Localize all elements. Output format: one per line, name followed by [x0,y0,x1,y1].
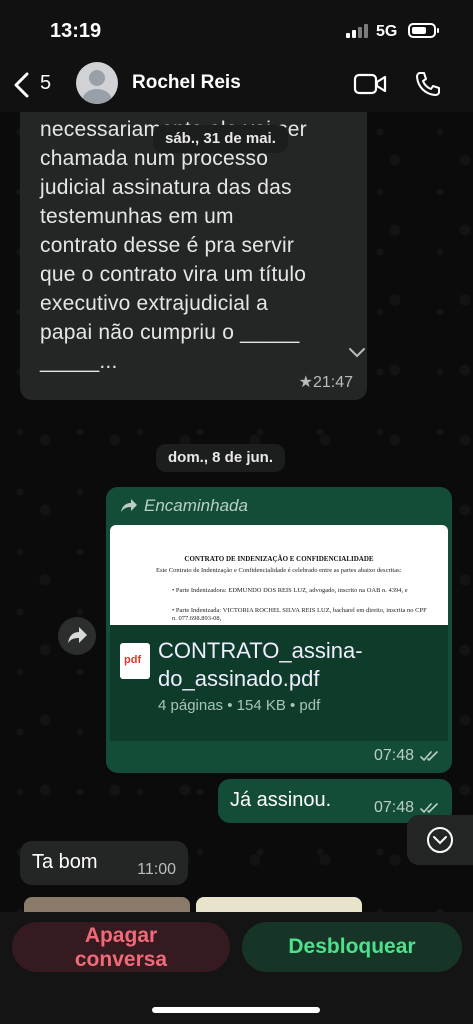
message-text: necessariamente ele vai ser chamada num … [40,118,307,373]
chat-header: 5 Rochel Reis [0,60,473,112]
message-time: 11:00 [137,861,176,878]
file-meta: 4 páginas • 154 KB • pdf [158,697,321,714]
message-time: 07:48 [374,747,440,765]
forwarded-label: Encaminhada [120,496,248,516]
unread-count[interactable]: 5 [40,72,51,95]
document-title: CONTRATO DE INDENIZAÇÃO E CONFIDENCIALID… [184,555,374,563]
message-time: ★21:47 [298,374,353,391]
scroll-to-bottom-button[interactable] [407,815,473,865]
delete-conversation-button[interactable]: Apagar conversa [12,922,230,972]
unblock-button[interactable]: Desbloquear [242,922,462,972]
document-line: • Parte Indenizadora: EDMUNDO DOS REIS L… [172,587,408,594]
file-name: CONTRATO_assina- do_assinado.pdf [158,638,363,691]
status-bar: 13:19 5G [0,0,473,60]
phone-call-icon[interactable] [414,70,442,103]
forward-button[interactable] [58,617,96,655]
message-bubble-incoming[interactable]: Ta bom 11:00 [20,841,188,885]
document-line: • Parte Indenizada: VICTORIA ROCHEL SILV… [172,607,427,622]
message-text: Ta bom [32,851,98,873]
back-chevron-icon[interactable] [12,72,32,103]
home-indicator [152,1007,320,1013]
read-receipt-icon [420,751,438,762]
video-call-icon[interactable] [353,72,387,101]
document-info[interactable]: pdf CONTRATO_assina- do_assinado.pdf 4 p… [110,625,448,741]
document-line: Este Contrato de Indenização e Confidenc… [156,567,402,574]
date-separator: dom., 8 de jun. [156,444,286,472]
bottom-action-bar: Apagar conversa Desbloquear [0,912,473,1024]
message-text: Já assinou. [230,789,332,811]
avatar[interactable] [76,62,118,104]
message-bubble-outgoing[interactable]: Encaminhada CONTRATO DE INDENIZAÇÃO E CO… [106,487,452,773]
pdf-file-icon: pdf [120,643,150,679]
chevron-down-icon [427,827,453,853]
status-time: 13:19 [50,20,102,42]
message-bubble-incoming[interactable]: necessariamente ele vai ser chamada num … [20,112,367,400]
document-preview[interactable]: CONTRATO DE INDENIZAÇÃO E CONFIDENCIALID… [110,525,448,625]
network-label: 5G [376,23,398,40]
forward-arrow-icon [121,499,137,512]
signal-icon [346,24,368,38]
contact-name[interactable]: Rochel Reis [132,72,241,94]
expand-chevron-icon[interactable] [348,346,366,364]
battery-icon [408,23,439,38]
date-separator: sáb., 31 de mai. [153,125,288,153]
read-receipt-icon [420,803,438,814]
